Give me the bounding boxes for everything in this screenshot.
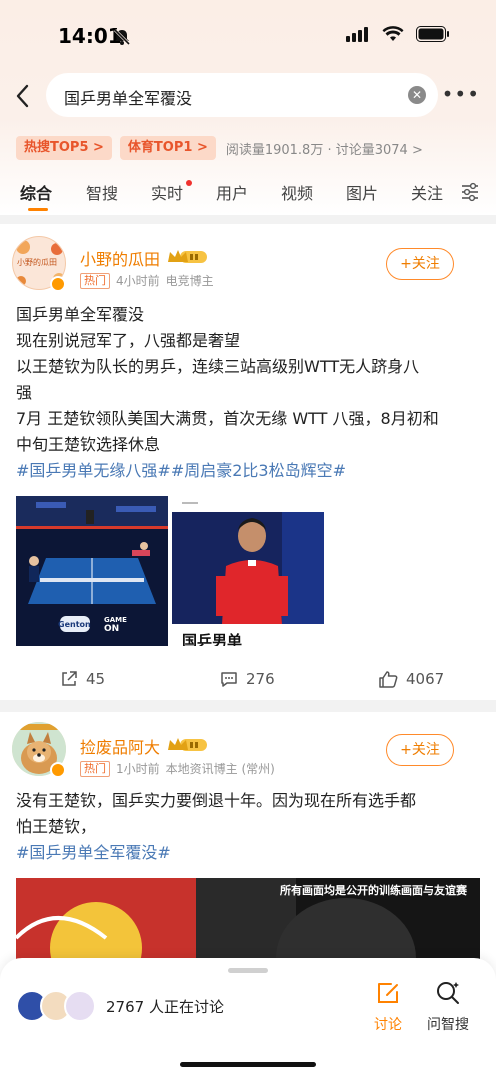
post-line: 以王楚钦为队长的男乒，连续三站高级别WTT无人跻身八 (16, 357, 420, 376)
comment-icon (221, 672, 237, 687)
discuss-button[interactable]: 讨论 (360, 980, 416, 1034)
game-on-logo: GAME (104, 616, 127, 624)
battery-icon (416, 26, 449, 42)
chevron-left-icon (16, 84, 29, 108)
smart-search-icon (437, 982, 459, 1004)
hashtag-link[interactable]: #国乒男单无缘八强##周启豪2比3松岛辉空# (16, 458, 486, 484)
verified-badge (50, 762, 66, 778)
edit-icon (378, 983, 398, 1003)
post-card[interactable]: 小野的瓜田 小野的瓜田 热门 4小时前 电竞博主 +关注 国乒男单全军覆没 现在… (0, 224, 496, 700)
tab-images[interactable]: 图片 (346, 180, 378, 204)
more-options-button[interactable]: ••• (442, 82, 480, 106)
search-row: 国乒男单全军覆没 ✕ ••• (0, 72, 496, 120)
thumbs-up-icon (379, 671, 398, 688)
avatar (64, 990, 96, 1022)
read-discussion-stats[interactable]: 阅读量1901.8万 · 讨论量3074 > (226, 139, 423, 158)
comment-button[interactable]: 276 (220, 670, 275, 688)
player-photo-icon (172, 496, 326, 646)
post-time: 1小时前 (116, 762, 160, 776)
tab-videos[interactable]: 视频 (281, 180, 313, 204)
ask-label: 问智搜 (427, 1017, 469, 1033)
post-line: 7月 王楚钦领队美国大满贯，首次无缘 WTT 八强，8月初和 (16, 409, 439, 428)
author-role: 本地资讯博主 (常州) (165, 762, 275, 776)
sports-rank-tag[interactable]: 体育TOP1 > (119, 136, 216, 160)
clear-search-button[interactable]: ✕ (408, 86, 426, 104)
tab-realtime[interactable]: 实时 (151, 180, 183, 204)
status-bar: 14:01 (0, 0, 496, 70)
discussing-count: 2767 人正在讨论 (106, 998, 224, 1016)
comment-count: 276 (246, 670, 275, 688)
sheet-handle[interactable] (228, 968, 268, 973)
home-indicator[interactable] (180, 1062, 316, 1067)
video-banner-text: 所有画面均是公开的训练画面与友谊赛 (280, 884, 467, 897)
ask-smart-search-button[interactable]: 问智搜 (420, 980, 476, 1034)
active-tab-indicator (28, 208, 48, 211)
hot-label: 热门 (80, 760, 110, 777)
post-time: 4小时前 (116, 274, 160, 288)
post-meta: 热门 1小时前 本地资讯博主 (常州) (80, 760, 275, 777)
post-actions: 45 276 4067 (0, 666, 496, 696)
tab-following[interactable]: 关注 (411, 180, 445, 204)
post-meta: 热门 4小时前 电竞博主 (80, 272, 214, 289)
table-tennis-match-image-icon (16, 496, 168, 646)
avatar-text: 小野的瓜田 (17, 258, 57, 267)
tab-smart-search[interactable]: 智搜 (86, 180, 118, 204)
author-role: 电竞博主 (165, 274, 214, 288)
game-on-logo-2: ON (104, 624, 120, 634)
sponsor-logo: Genton (58, 620, 91, 629)
hot-search-tag[interactable]: 热搜TOP5 > (16, 136, 112, 160)
discuss-label: 讨论 (374, 1017, 402, 1033)
tab-users[interactable]: 用户 (216, 180, 248, 204)
author-name[interactable]: 捡废品阿大 (80, 734, 160, 758)
like-button[interactable]: 4067 (378, 670, 444, 688)
post-line: 怕王楚钦， (16, 817, 97, 836)
cellular-signal-icon (346, 27, 368, 42)
tab-bar: 综合 智搜 实时 用户 视频 图片 关注 (0, 172, 496, 212)
search-query: 国乒男单全军覆没 (64, 89, 193, 108)
status-icons (346, 26, 450, 42)
follow-button[interactable]: +关注 (386, 248, 454, 280)
back-button[interactable] (8, 78, 38, 114)
post-line: 国乒男单全军覆没 (16, 305, 145, 324)
post-line: 中旬王楚钦选择休息 (16, 435, 161, 454)
filter-icon[interactable] (460, 182, 480, 202)
crown-badge-icon (168, 738, 207, 751)
discussing-avatars (16, 990, 100, 1022)
discussion-bar: 2767 人正在讨论 讨论 问智搜 (0, 958, 496, 1076)
verified-badge (50, 276, 66, 292)
post-image-match[interactable]: Genton GAME ON (16, 496, 168, 646)
share-button[interactable]: 45 (60, 670, 105, 688)
author-name[interactable]: 小野的瓜田 (80, 246, 160, 270)
like-count: 4067 (406, 670, 445, 688)
mute-bell-icon (113, 28, 131, 46)
post-line: 现在别说冠军了，八强都是奢望 (16, 331, 241, 350)
crown-badge-icon (168, 250, 207, 263)
post-line: 强 (16, 383, 33, 402)
share-icon (62, 671, 77, 686)
hot-label: 热门 (80, 272, 110, 289)
tab-comprehensive[interactable]: 综合 (20, 180, 52, 204)
search-input[interactable]: 国乒男单全军覆没 ✕ (46, 73, 438, 117)
image-caption: 国乒男单 (182, 632, 243, 646)
post-body[interactable]: 国乒男单全军覆没 现在别说冠军了，八强都是奢望 以王楚钦为队长的男乒，连续三站高… (16, 302, 486, 484)
realtime-new-dot (186, 180, 192, 186)
post-body[interactable]: 没有王楚钦，国乒实力要倒退十年。因为现在所有选手都 怕王楚钦， #国乒男单全军覆… (16, 788, 486, 866)
share-count: 45 (86, 670, 106, 688)
follow-button[interactable]: +关注 (386, 734, 454, 766)
post-line: 没有王楚钦，国乒实力要倒退十年。因为现在所有选手都 (16, 791, 417, 810)
post-image-player[interactable]: 国乒男单 (172, 496, 326, 646)
wifi-icon (382, 26, 404, 41)
topic-stats: 热搜TOP5 > 体育TOP1 > 阅读量1901.8万 · 讨论量3074 > (16, 136, 423, 160)
hashtag-link[interactable]: #国乒男单全军覆没# (16, 840, 486, 866)
